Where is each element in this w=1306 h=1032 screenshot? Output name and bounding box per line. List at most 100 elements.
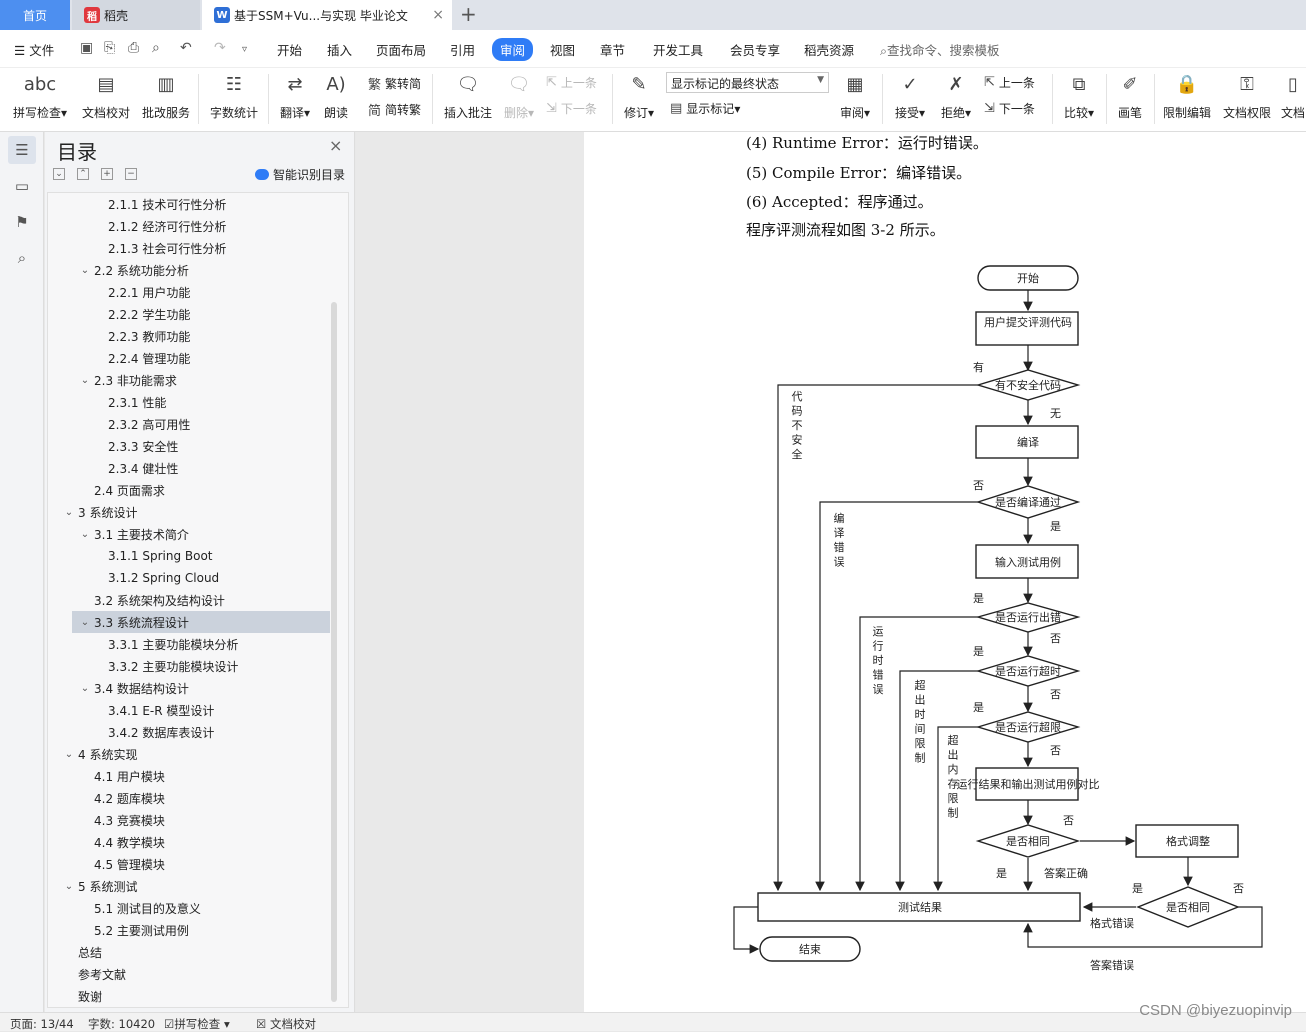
toc-item[interactable]: 3.3.2 主要功能模块设计 — [48, 655, 330, 677]
print-icon[interactable]: ⎙ — [128, 40, 139, 56]
proofread-button[interactable]: ▤ 文档校对 — [80, 70, 132, 121]
doc-more-button[interactable]: ▯ 文档 — [1280, 70, 1306, 121]
accept-button[interactable]: ✓ 接受▾ — [890, 70, 930, 121]
toc-item[interactable]: ⌄ 3.3 系统流程设计 — [72, 611, 330, 633]
smart-toc-button[interactable]: 智能识别目录 — [255, 166, 345, 183]
remove-icon[interactable]: − — [125, 168, 137, 180]
toc-item[interactable]: 4.5 管理模块 — [48, 853, 330, 875]
pen-button[interactable]: ✐ 画笔 — [1114, 70, 1146, 121]
new-tab-icon[interactable]: + — [460, 2, 477, 26]
toc-item[interactable]: 3.4.1 E-R 模型设计 — [48, 699, 330, 721]
page-indicator[interactable]: 页面: 13/44 — [10, 1016, 74, 1032]
toc-item[interactable]: ⌄ 4 系统实现 — [48, 743, 330, 765]
toc-item[interactable]: 2.2.4 管理功能 — [48, 347, 330, 369]
menu-member[interactable]: 会员专享 — [730, 40, 780, 59]
chevron-down-icon[interactable]: ⌄ — [62, 881, 76, 892]
toc-item[interactable]: ⌄ 2.2 系统功能分析 — [48, 259, 330, 281]
spell-check-button[interactable]: abc 拼写检查▾ — [10, 70, 70, 121]
toc-item[interactable]: ⌄ 3 系统设计 — [48, 501, 330, 523]
toc-item[interactable]: 5.2 主要测试用例 — [48, 919, 330, 941]
word-count-indicator[interactable]: 字数: 10420 — [88, 1016, 155, 1032]
chevron-down-icon[interactable]: ⌄ — [78, 375, 92, 386]
toc-item[interactable]: 3.1.2 Spring Cloud — [48, 567, 330, 589]
toc-item[interactable]: ⌄ 5 系统测试 — [48, 875, 330, 897]
redo-icon[interactable]: ↷ — [214, 40, 226, 56]
delete-comment-button[interactable]: 🗨 删除▾ — [500, 70, 538, 121]
tab-home[interactable]: 首页 — [0, 0, 70, 30]
menu-devtools[interactable]: 开发工具 — [653, 40, 703, 59]
menu-reference[interactable]: 引用 — [450, 40, 475, 59]
menu-resources[interactable]: 稻壳资源 — [804, 40, 854, 59]
close-icon[interactable]: × — [432, 7, 444, 23]
undo-icon[interactable]: ↶ — [180, 40, 192, 56]
word-count-button[interactable]: ☷ 字数统计 — [208, 70, 260, 121]
trad-to-simp-button[interactable]: 繁繁转简 — [368, 74, 421, 93]
reject-button[interactable]: ✗ 拒绝▾ — [936, 70, 976, 121]
display-state-select[interactable]: 显示标记的最终状态 ▼ — [666, 72, 829, 93]
toc-item[interactable]: 4.1 用户模块 — [48, 765, 330, 787]
expand-icon[interactable]: ⌃ — [77, 168, 89, 180]
toc-nav-icon[interactable]: ☰ — [8, 136, 36, 164]
command-search[interactable]: ⌕查找命令、搜索模板 — [880, 40, 1000, 59]
toc-item[interactable]: 5.1 测试目的及意义 — [48, 897, 330, 919]
toc-item[interactable]: 2.3.3 安全性 — [48, 435, 330, 457]
toc-item[interactable]: 3.4.2 数据库表设计 — [48, 721, 330, 743]
toc-item[interactable]: 4.2 题库模块 — [48, 787, 330, 809]
simp-to-trad-button[interactable]: 简简转繁 — [368, 100, 421, 119]
compare-button[interactable]: ⧉ 比较▾ — [1060, 70, 1098, 121]
toc-item[interactable]: 2.2.2 学生功能 — [48, 303, 330, 325]
preview-icon[interactable]: ⌕ — [152, 40, 160, 56]
chevron-down-icon[interactable]: ⌄ — [78, 265, 92, 276]
toc-item[interactable]: 2.3.2 高可用性 — [48, 413, 330, 435]
chevron-down-icon[interactable]: ⌄ — [62, 749, 76, 760]
menu-chapter[interactable]: 章节 — [600, 40, 625, 59]
toc-item[interactable]: 3.1.1 Spring Boot — [48, 545, 330, 567]
save-icon[interactable]: ▣ — [80, 40, 93, 56]
prev-comment-button[interactable]: ⇱ 上一条 — [546, 74, 597, 91]
close-icon[interactable]: × — [329, 136, 342, 155]
toc-item[interactable]: 2.3.1 性能 — [48, 391, 330, 413]
prev-change-button[interactable]: ⇱ 上一条 — [984, 74, 1035, 91]
next-change-button[interactable]: ⇲ 下一条 — [984, 100, 1035, 117]
toc-item[interactable]: 2.4 页面需求 — [48, 479, 330, 501]
toc-scrollbar[interactable] — [331, 302, 337, 1002]
bookmark-icon[interactable]: ⚑ — [8, 208, 36, 236]
file-menu[interactable]: ☰ 文件 — [14, 40, 54, 59]
customize-icon[interactable]: ▿ — [242, 44, 247, 55]
toc-item[interactable]: 3.3.1 主要功能模块分析 — [48, 633, 330, 655]
toc-item[interactable]: ⌄ 2.3 非功能需求 — [48, 369, 330, 391]
toc-item[interactable]: 致谢 — [48, 985, 330, 1007]
review-pane-button[interactable]: ▦ 审阅▾ — [836, 70, 874, 121]
collapse-icon[interactable]: ⌄ — [53, 168, 65, 180]
menu-start[interactable]: 开始 — [277, 40, 302, 59]
toc-item[interactable]: 3.2 系统架构及结构设计 — [48, 589, 330, 611]
translate-button[interactable]: ⇄ 翻译▾ — [276, 70, 314, 121]
menu-view[interactable]: 视图 — [550, 40, 575, 59]
toc-item[interactable]: 2.1.2 经济可行性分析 — [48, 215, 330, 237]
toc-item[interactable]: 总结 — [48, 941, 330, 963]
tab-document[interactable]: W 基于SSM+Vu...与实现 毕业论文 × — [202, 0, 452, 30]
menu-review[interactable]: 审阅 — [492, 38, 534, 61]
track-changes-button[interactable]: ✎ 修订▾ — [620, 70, 658, 121]
show-marks-button[interactable]: ▤ 显示标记 ▾ — [670, 100, 740, 117]
toc-item[interactable]: 参考文献 — [48, 963, 330, 985]
search-icon[interactable]: ⌕ — [8, 244, 36, 272]
toc-item[interactable]: 2.1.3 社会可行性分析 — [48, 237, 330, 259]
restrict-edit-button[interactable]: 🔒 限制编辑 — [1160, 70, 1214, 121]
chapter-nav-icon[interactable]: ▭ — [8, 172, 36, 200]
toc-item[interactable]: ⌄ 3.1 主要技术简介 — [48, 523, 330, 545]
export-pdf-icon[interactable]: ⎘ — [104, 40, 115, 56]
chevron-down-icon[interactable]: ⌄ — [78, 617, 92, 628]
menu-insert[interactable]: 插入 — [327, 40, 352, 59]
toc-item[interactable]: 2.1.1 技术可行性分析 — [48, 193, 330, 215]
toc-item[interactable]: 2.2.3 教师功能 — [48, 325, 330, 347]
chevron-down-icon[interactable]: ⌄ — [78, 683, 92, 694]
toc-item[interactable]: 2.2.1 用户功能 — [48, 281, 330, 303]
chevron-down-icon[interactable]: ⌄ — [62, 507, 76, 518]
doc-rights-button[interactable]: ⚿ 文档权限 — [1220, 70, 1274, 121]
menu-layout[interactable]: 页面布局 — [376, 40, 426, 59]
toc-item[interactable]: 4.4 教学模块 — [48, 831, 330, 853]
read-aloud-button[interactable]: A) 朗读 — [320, 70, 352, 121]
status-proofread[interactable]: ☒ 文档校对 — [256, 1016, 316, 1032]
add-icon[interactable]: + — [101, 168, 113, 180]
